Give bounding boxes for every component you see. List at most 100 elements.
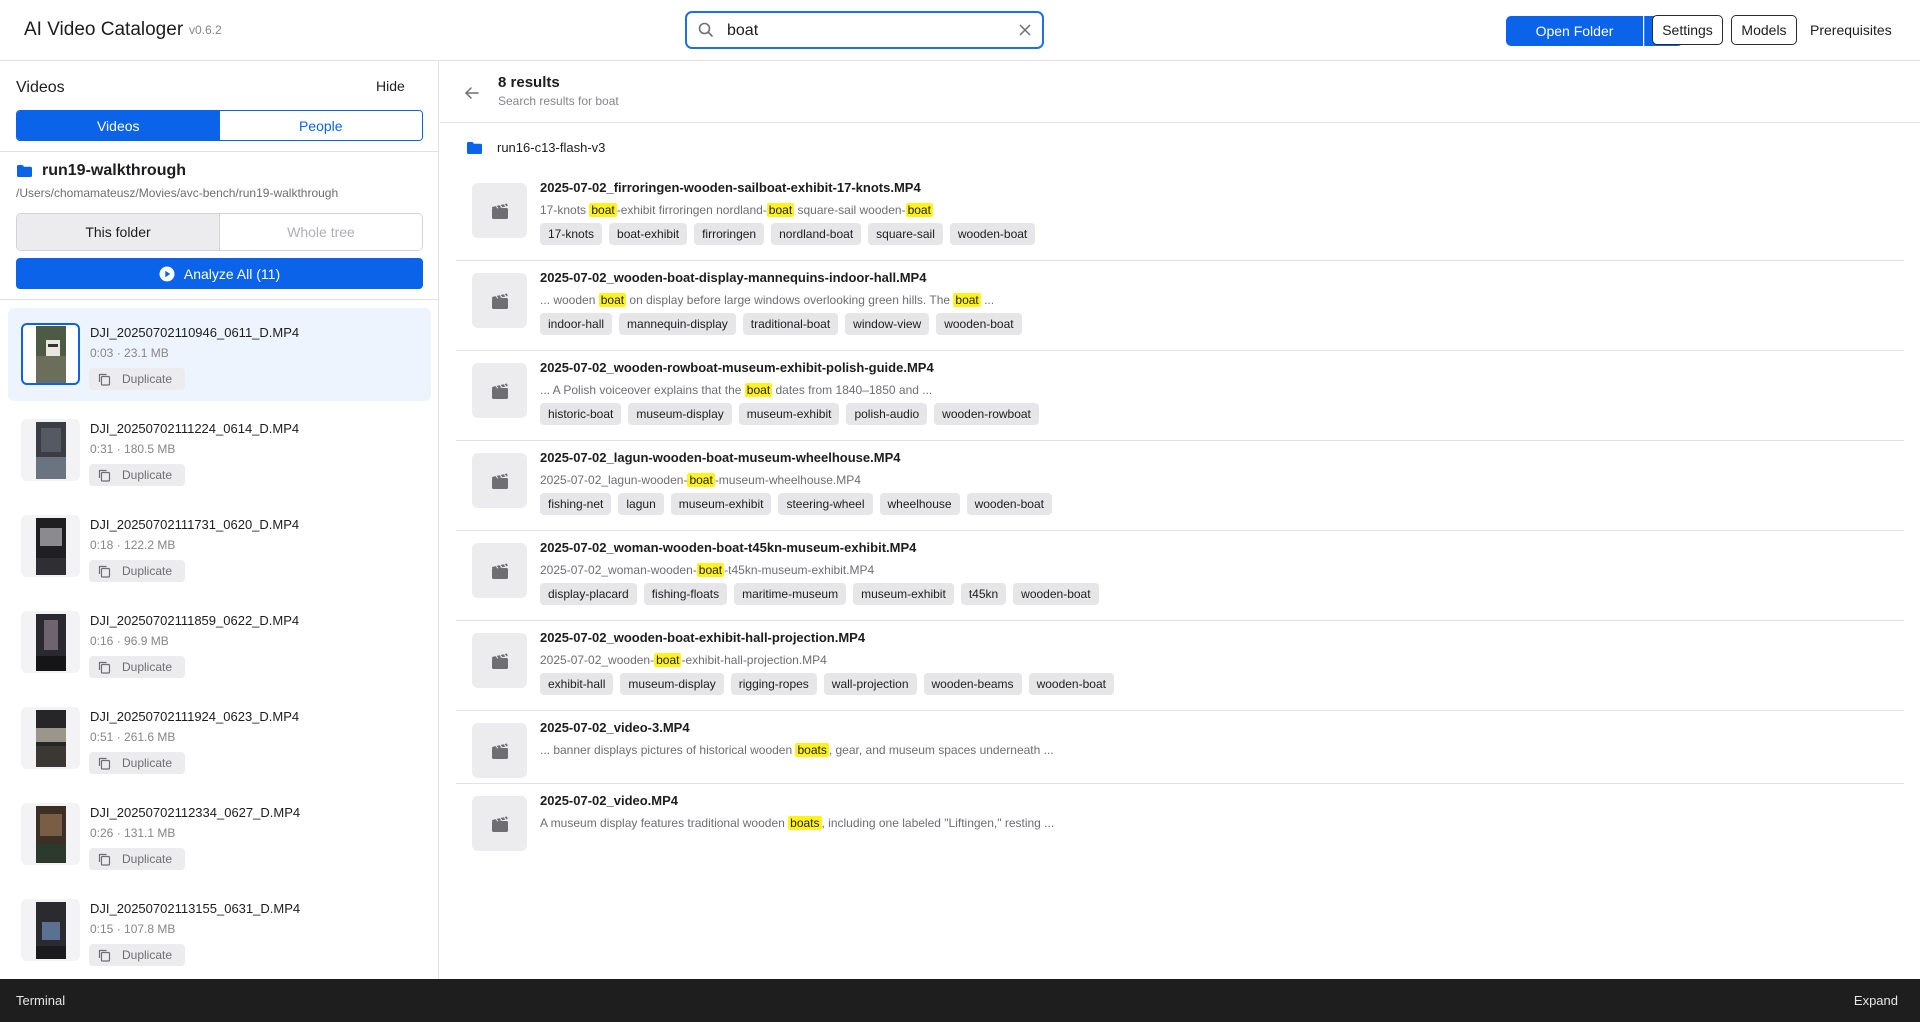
video-meta: 0:26 · 131.1 MB — [90, 826, 176, 840]
duplicate-button[interactable]: Duplicate — [89, 560, 185, 582]
tag-chip[interactable]: 17-knots — [540, 223, 603, 245]
result-snippet: 2025-07-02_wooden-boat -exhibit-hall-proj… — [540, 653, 827, 667]
video-clapper-icon — [491, 743, 508, 759]
search-result-item[interactable]: 2025-07-02_video.MP4 A museum display fea… — [456, 784, 1904, 857]
tag-chip[interactable]: museum-exhibit — [738, 403, 840, 425]
search-result-item[interactable]: 2025-07-02_wooden-boat-display-mannequin… — [456, 261, 1904, 351]
settings-button[interactable]: Settings — [1652, 15, 1723, 45]
tag-chip[interactable]: polish-audio — [846, 403, 928, 425]
tag-chip[interactable]: wheelhouse — [879, 493, 960, 515]
tag-chip[interactable]: fishing-floats — [643, 583, 728, 605]
search-result-item[interactable]: 2025-07-02_wooden-boat-exhibit-hall-proj… — [456, 621, 1904, 711]
tag-chip[interactable]: traditional-boat — [742, 313, 839, 335]
result-group-header[interactable]: run16-c13-flash-v3 — [466, 140, 605, 155]
copy-icon — [98, 757, 111, 770]
folder-name: run19-walkthrough — [42, 162, 187, 179]
tag-chip[interactable]: lagun — [618, 493, 664, 515]
tag-chip[interactable]: museum-display — [620, 673, 724, 695]
tag-chip[interactable]: nordland-boat — [771, 223, 862, 245]
duplicate-button[interactable]: Duplicate — [89, 752, 185, 774]
snippet-text: A museum display features traditional wo… — [540, 816, 789, 830]
tag-chip[interactable]: exhibit-hall — [540, 673, 614, 695]
duplicate-label: Duplicate — [122, 468, 173, 482]
tag-chip[interactable]: maritime-museum — [734, 583, 847, 605]
tag-chip[interactable]: display-placard — [540, 583, 637, 605]
clear-icon[interactable] — [1017, 22, 1033, 38]
video-meta: 0:03 · 23.1 MB — [90, 346, 169, 360]
video-meta: 0:18 · 122.2 MB — [90, 538, 176, 552]
hide-sidebar-button[interactable]: Hide — [376, 78, 405, 94]
video-list-item[interactable]: DJI_20250702110946_0611_D.MP4 0:03 · 23.… — [8, 308, 431, 401]
video-thumbnail-image — [35, 805, 66, 863]
terminal-expand-button[interactable]: Expand — [1854, 993, 1898, 1008]
video-list-item[interactable]: DJI_20250702111224_0614_D.MP4 0:31 · 180… — [8, 404, 431, 497]
tag-chip[interactable]: t45kn — [960, 583, 1007, 605]
tag-chip[interactable]: wall-projection — [823, 673, 917, 695]
duplicate-button[interactable]: Duplicate — [89, 848, 185, 870]
video-list-item[interactable]: DJI_20250702111924_0623_D.MP4 0:51 · 261… — [8, 692, 431, 785]
tag-chip[interactable]: wooden-boat — [966, 493, 1052, 515]
snippet-text: , gear, and museum spaces underneath ... — [828, 743, 1054, 757]
result-snippet: 2025-07-02_lagun-wooden-boat -museum-whee… — [540, 473, 861, 487]
video-thumbnail-image — [35, 613, 66, 671]
scope-this-folder[interactable]: This folder — [17, 214, 220, 250]
tag-chip[interactable]: fishing-net — [540, 493, 612, 515]
tag-chip[interactable]: wooden-boat — [936, 313, 1022, 335]
search-input[interactable] — [727, 19, 997, 43]
tab-videos[interactable]: Videos — [17, 111, 220, 140]
video-thumbnail-image — [35, 901, 66, 959]
search-result-item[interactable]: 2025-07-02_video-3.MP4 ... banner display… — [456, 711, 1904, 784]
tag-chip[interactable]: museum-exhibit — [670, 493, 772, 515]
tab-people[interactable]: People — [219, 111, 422, 140]
video-clapper-icon — [491, 563, 508, 579]
duplicate-button[interactable]: Duplicate — [89, 656, 185, 678]
result-thumbnail — [472, 633, 527, 688]
tag-chip[interactable]: wooden-boat — [949, 223, 1036, 245]
video-list-item[interactable]: DJI_20250702111859_0622_D.MP4 0:16 · 96.… — [8, 596, 431, 689]
models-button[interactable]: Models — [1731, 15, 1797, 45]
search-result-item[interactable]: 2025-07-02_wooden-rowboat-museum-exhibit… — [456, 351, 1904, 441]
video-list-item[interactable]: DJI_20250702112334_0627_D.MP4 0:26 · 131… — [8, 788, 431, 881]
terminal-bar[interactable]: Terminal Expand — [0, 979, 1920, 1022]
app-version: v0.6.2 — [189, 23, 222, 37]
duplicate-button[interactable]: Duplicate — [89, 464, 185, 486]
divider — [0, 299, 438, 300]
duplicate-button[interactable]: Duplicate — [89, 368, 185, 390]
video-thumbnail — [21, 323, 80, 385]
back-arrow-icon[interactable] — [463, 84, 481, 102]
video-list-item[interactable]: DJI_20250702111731_0620_D.MP4 0:18 · 122… — [8, 500, 431, 593]
duplicate-button[interactable]: Duplicate — [89, 944, 185, 966]
tag-chip[interactable]: mannequin-display — [619, 313, 736, 335]
tag-chip[interactable]: steering-wheel — [778, 493, 873, 515]
result-tags: 17-knots boat-exhibit firroringen nordland-… — [540, 223, 1036, 245]
snippet-highlight: boats — [795, 743, 829, 757]
prerequisites-button[interactable]: Prerequisites — [1810, 15, 1892, 45]
tag-chip[interactable]: wooden-boat — [1013, 583, 1099, 605]
tag-chip[interactable]: rigging-ropes — [730, 673, 817, 695]
search-result-item[interactable]: 2025-07-02_lagun-wooden-boat-museum-whee… — [456, 441, 1904, 531]
search-result-item[interactable]: 2025-07-02_woman-wooden-boat-t45kn-museu… — [456, 531, 1904, 621]
tag-chip[interactable]: window-view — [845, 313, 930, 335]
tag-chip[interactable]: square-sail — [868, 223, 943, 245]
search-result-item[interactable]: 2025-07-02_firroringen-wooden-sailboat-e… — [456, 171, 1904, 261]
tag-chip[interactable]: boat-exhibit — [609, 223, 688, 245]
tag-chip[interactable]: wooden-rowboat — [934, 403, 1039, 425]
video-meta: 0:51 · 261.6 MB — [90, 730, 176, 744]
video-meta: 0:31 · 180.5 MB — [90, 442, 176, 456]
tag-chip[interactable]: firroringen — [694, 223, 765, 245]
scope-whole-tree[interactable]: Whole tree — [220, 214, 422, 250]
tag-chip[interactable]: historic-boat — [540, 403, 622, 425]
video-list-item[interactable]: DJI_20250702113155_0631_D.MP4 0:15 · 107… — [8, 884, 431, 977]
scope-toggle: This folder Whole tree — [16, 213, 423, 251]
videos-sidebar: Videos Hide Videos People run19-walkthro… — [0, 61, 439, 979]
tag-chip[interactable]: indoor-hall — [540, 313, 613, 335]
search-box[interactable] — [685, 11, 1044, 49]
divider — [440, 122, 1920, 123]
tag-chip[interactable]: wooden-boat — [1028, 673, 1114, 695]
tag-chip[interactable]: museum-display — [628, 403, 732, 425]
open-folder-button[interactable]: Open Folder — [1506, 16, 1643, 46]
tag-chip[interactable]: wooden-beams — [923, 673, 1022, 695]
result-filename: 2025-07-02_video-3.MP4 — [540, 720, 690, 735]
analyze-all-button[interactable]: Analyze All (11) — [16, 258, 423, 289]
tag-chip[interactable]: museum-exhibit — [853, 583, 954, 605]
